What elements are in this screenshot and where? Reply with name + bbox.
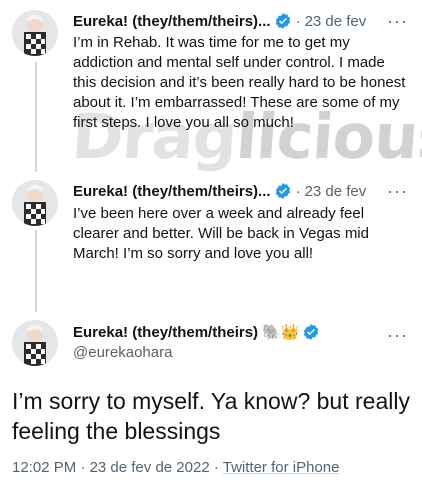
verified-badge-icon <box>275 183 290 199</box>
tweet-header: Eureka! (they/them/theirs) 🐘👑 <box>73 323 320 341</box>
display-name[interactable]: Eureka! (they/them/theirs)... <box>73 183 271 200</box>
verified-badge-icon <box>275 13 290 29</box>
tweet-full-date[interactable]: 23 de fev de 2022 <box>90 459 210 476</box>
tweet-time[interactable]: 12:02 PM <box>12 459 76 476</box>
separator: · <box>80 459 90 476</box>
display-name[interactable]: Eureka! (they/them/theirs)... <box>73 13 271 30</box>
name-emojis: 🐘👑 <box>262 324 300 341</box>
handle[interactable]: @eurekaohara <box>73 344 172 361</box>
tweet-header: Eureka! (they/them/theirs)... · 23 de fe… <box>73 182 366 200</box>
more-options-icon[interactable]: ··· <box>387 326 408 344</box>
separator: · <box>213 459 223 476</box>
more-options-icon[interactable]: ··· <box>387 182 408 200</box>
thread-line <box>35 62 37 172</box>
tweet-date[interactable]: 23 de fev <box>305 183 367 200</box>
separator: · <box>295 12 301 30</box>
thread-line <box>35 230 37 312</box>
tweet-header: Eureka! (they/them/theirs)... · 23 de fe… <box>73 12 366 30</box>
tweet-source-link[interactable]: Twitter for iPhone <box>223 459 340 476</box>
display-name[interactable]: Eureka! (they/them/theirs) <box>73 324 258 341</box>
tweet-text: I’ve been here over a week and already f… <box>73 205 369 262</box>
separator: · <box>295 182 301 200</box>
avatar[interactable] <box>12 180 58 226</box>
avatar[interactable] <box>12 10 58 56</box>
tweet-footer: 12:02 PM · 23 de fev de 2022 · Twitter f… <box>12 459 339 476</box>
more-options-icon[interactable]: ··· <box>387 12 408 30</box>
avatar[interactable] <box>12 320 58 366</box>
tweet-date[interactable]: 23 de fev <box>305 13 367 30</box>
tweet-text: I’m in Rehab. It was time for me to get … <box>73 34 406 131</box>
verified-badge-icon <box>304 324 319 340</box>
tweet-text: I’m sorry to myself. Ya know? but really… <box>12 388 410 444</box>
